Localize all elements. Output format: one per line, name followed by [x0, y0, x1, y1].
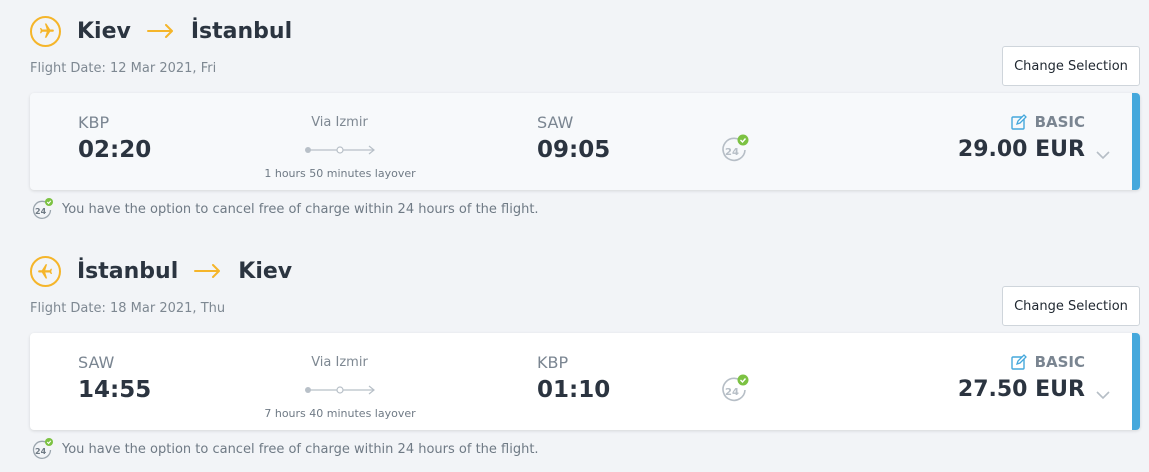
route-header: Kiev İstanbul	[30, 14, 292, 48]
route-path-icon	[304, 382, 378, 401]
cancel-policy-text: You have the option to cancel free of ch…	[62, 201, 539, 217]
fare-class-label: BASIC	[1034, 353, 1085, 371]
price: 29.00 EUR	[957, 137, 1085, 162]
arrival-code: KBP	[537, 353, 569, 372]
change-selection-button[interactable]: Change Selection	[1002, 286, 1140, 326]
price: 27.50 EUR	[957, 377, 1085, 402]
svg-text:24: 24	[35, 207, 47, 216]
free-cancel-24h-icon: 24	[718, 373, 750, 409]
fare-class-label: BASIC	[1034, 113, 1085, 131]
departure-time: 02:20	[78, 137, 152, 163]
arrow-right-icon	[194, 264, 222, 278]
arrow-right-icon	[146, 24, 175, 38]
change-selection-button[interactable]: Change Selection	[1002, 46, 1140, 86]
flight-card[interactable]: SAW 14:55 Via Izmir 7 hours 40 minutes l…	[30, 333, 1140, 430]
layover-duration: 1 hours 50 minutes layover	[264, 167, 416, 180]
svg-text:24: 24	[35, 447, 47, 456]
airplane-icon	[30, 255, 61, 287]
origin-city: İstanbul	[77, 258, 179, 284]
via-stop: Via Izmir	[311, 355, 368, 370]
cancel-policy-note: 24 You have the option to cancel free of…	[30, 197, 539, 221]
edit-icon	[1010, 354, 1027, 370]
departure-time: 14:55	[78, 377, 152, 403]
cancel-policy-text: You have the option to cancel free of ch…	[62, 441, 539, 457]
flight-date: Flight Date: 12 Mar 2021, Fri	[30, 61, 217, 76]
selected-accent-bar	[1132, 333, 1140, 430]
chevron-down-icon[interactable]	[1096, 385, 1110, 404]
free-cancel-24h-icon: 24	[30, 437, 54, 461]
layover-duration: 7 hours 40 minutes layover	[264, 407, 416, 420]
free-cancel-24h-icon: 24	[718, 133, 750, 169]
arrival-time: 09:05	[537, 137, 611, 163]
arrival-code: SAW	[537, 113, 574, 132]
chevron-down-icon[interactable]	[1096, 145, 1110, 164]
cancel-policy-note: 24 You have the option to cancel free of…	[30, 437, 539, 461]
departure-code: SAW	[78, 353, 115, 372]
via-stop: Via Izmir	[311, 115, 368, 130]
arrival-time: 01:10	[537, 377, 611, 403]
flight-date: Flight Date: 18 Mar 2021, Thu	[30, 301, 226, 316]
route-header: İstanbul Kiev	[30, 254, 292, 288]
destination-city: İstanbul	[190, 18, 293, 44]
edit-icon	[1010, 114, 1027, 130]
flight-card[interactable]: KBP 02:20 Via Izmir 1 hours 50 minutes l…	[30, 93, 1140, 190]
departure-code: KBP	[78, 113, 110, 132]
fare-class[interactable]: BASIC	[1010, 113, 1085, 131]
selected-accent-bar	[1132, 93, 1140, 190]
svg-text:24: 24	[725, 387, 739, 398]
route-path-icon	[304, 142, 378, 161]
destination-city: Kiev	[238, 258, 293, 284]
airplane-icon	[30, 15, 61, 47]
fare-class[interactable]: BASIC	[1010, 353, 1085, 371]
origin-city: Kiev	[77, 18, 131, 44]
free-cancel-24h-icon: 24	[30, 197, 54, 221]
svg-text:24: 24	[725, 147, 739, 158]
